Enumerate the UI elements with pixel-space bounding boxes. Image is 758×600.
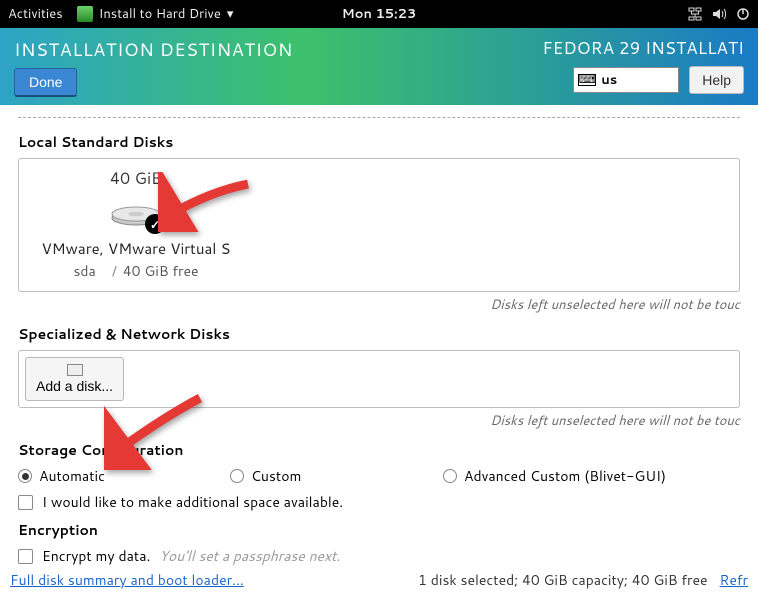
storage-config-heading: Storage Configuration: [18, 440, 740, 460]
radio-icon: [18, 469, 32, 483]
product-label: FEDORA 29 INSTALLATI: [542, 36, 744, 60]
keyboard-icon: [578, 74, 596, 86]
power-icon[interactable]: [736, 7, 750, 21]
add-disk-icon: [67, 364, 83, 376]
clock[interactable]: Mon 15:23: [342, 5, 417, 23]
chevron-down-icon: ▾: [227, 5, 234, 23]
app-menu-label: Install to Hard Drive: [99, 5, 221, 23]
app-menu[interactable]: Install to Hard Drive ▾: [77, 5, 234, 23]
radio-automatic[interactable]: Automatic: [18, 466, 230, 486]
radio-custom[interactable]: Custom: [230, 466, 443, 486]
radio-automatic-label: Automatic: [39, 466, 105, 486]
make-space-checkbox[interactable]: [18, 495, 33, 510]
radio-advanced-label: Advanced Custom (Blivet-GUI): [464, 466, 666, 486]
gnome-topbar: Activities Install to Hard Drive ▾ Mon 1…: [0, 0, 758, 28]
network-disks-frame: Add a disk...: [18, 350, 740, 408]
disk-summary-link[interactable]: Full disk summary and boot loader...: [10, 570, 244, 590]
passphrase-hint: You'll set a passphrase next.: [159, 546, 340, 566]
disk-size-label: 40 GiB: [110, 167, 162, 190]
unselected-hint-2: Disks left unselected here will not be t…: [18, 412, 740, 430]
radio-advanced[interactable]: Advanced Custom (Blivet-GUI): [443, 466, 666, 486]
disk-item[interactable]: 40 GiB ✓ VMware, VMware Virtual S sda/40…: [31, 167, 241, 281]
keyboard-layout-label: us: [601, 71, 617, 89]
local-disks-frame: 40 GiB ✓ VMware, VMware Virtual S sda/40…: [18, 158, 740, 292]
anaconda-header: INSTALLATION DESTINATION Done FEDORA 29 …: [0, 28, 758, 105]
radio-icon: [443, 469, 457, 483]
radio-icon: [230, 469, 244, 483]
network-icon[interactable]: [688, 7, 702, 21]
encrypt-checkbox[interactable]: [18, 549, 33, 564]
add-disk-label: Add a disk...: [36, 378, 113, 394]
done-button[interactable]: Done: [14, 68, 77, 97]
disk-name-label: VMware, VMware Virtual S: [41, 238, 230, 259]
disk-icon: ✓: [111, 196, 161, 230]
separator: [18, 117, 740, 118]
volume-icon[interactable]: [712, 7, 726, 21]
add-disk-button[interactable]: Add a disk...: [25, 357, 124, 401]
local-disks-heading: Local Standard Disks: [18, 132, 740, 152]
selection-status: 1 disk selected; 40 GiB capacity; 40 GiB…: [418, 570, 708, 590]
encryption-heading: Encryption: [18, 520, 740, 540]
unselected-hint: Disks left unselected here will not be t…: [18, 296, 740, 314]
make-space-label: I would like to make additional space av…: [42, 492, 343, 512]
disk-subtitle: sda/40 GiB free: [73, 261, 198, 281]
installer-icon: [77, 6, 93, 22]
selected-check-icon: ✓: [145, 214, 165, 234]
refresh-link[interactable]: Refr: [720, 570, 748, 590]
activities-button[interactable]: Activities: [8, 5, 63, 23]
keyboard-indicator[interactable]: us: [573, 67, 679, 93]
help-button[interactable]: Help: [689, 66, 744, 94]
bottom-bar: Full disk summary and boot loader... 1 d…: [0, 564, 758, 600]
network-disks-heading: Specialized & Network Disks: [18, 324, 740, 344]
content-area: Local Standard Disks 40 GiB ✓ VMware, VM…: [0, 105, 758, 566]
encrypt-label: Encrypt my data.: [42, 546, 150, 566]
radio-custom-label: Custom: [251, 466, 301, 486]
